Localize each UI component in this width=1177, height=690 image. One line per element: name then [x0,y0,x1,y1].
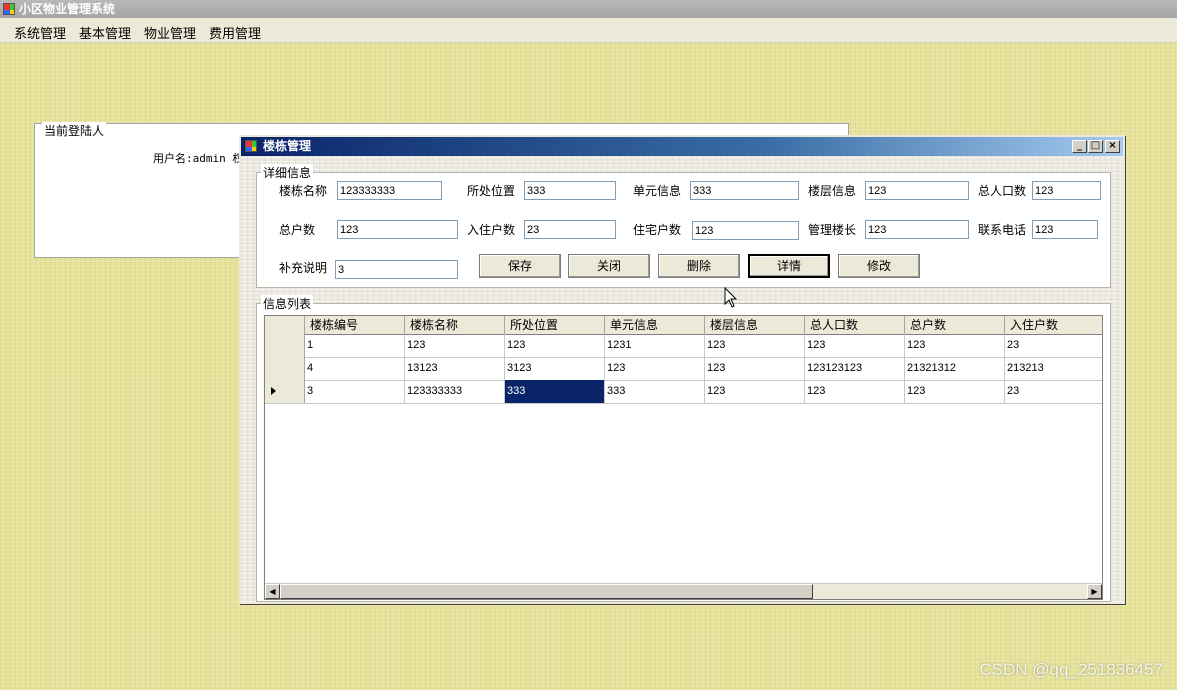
table-row[interactable]: 1 123 123 1231 123 123 123 23 [265,334,1102,358]
table-cell[interactable]: 123 [605,357,705,380]
app-title-bar: 小区物业管理系统 [0,0,1177,18]
column-header[interactable]: 楼层信息 [705,316,805,334]
info-list-legend: 信息列表 [261,295,314,312]
window-icon [245,140,257,152]
table-cell[interactable]: 123123123 [805,357,905,380]
column-header[interactable]: 楼栋名称 [405,316,505,334]
window-body: 详细信息 楼栋名称 所处位置 单元信息 楼层信息 总人口数 总户数 入住户数 住… [241,156,1123,602]
row-header[interactable] [265,380,305,403]
delete-button[interactable]: 删除 [658,254,740,278]
menu-bar: 系统管理 基本管理 物业管理 费用管理 [0,18,1177,43]
residential-households-input[interactable] [692,221,799,240]
row-header[interactable] [265,357,305,380]
scroll-left-icon[interactable]: ◀ [265,584,280,599]
grid-header: 楼栋编号 楼栋名称 所处位置 单元信息 楼层信息 总人口数 总户数 入住户数 [265,316,1102,335]
table-cell[interactable]: 123 [805,334,905,357]
app-icon [3,3,15,15]
table-cell[interactable]: 1 [305,334,405,357]
close-button[interactable]: 关闭 [568,254,650,278]
horizontal-scrollbar[interactable]: ◀ ▶ [265,583,1102,599]
column-header[interactable]: 单元信息 [605,316,705,334]
table-cell[interactable]: 23 [1005,380,1102,403]
menu-fees[interactable]: 费用管理 [209,23,261,42]
residential-households-label: 住宅户数 [633,223,682,237]
table-row[interactable]: 4 13123 3123 123 123 123123123 21321312 … [265,357,1102,381]
floor-info-input[interactable] [865,181,969,200]
column-header[interactable]: 总户数 [905,316,1005,334]
mouse-cursor-icon [724,287,738,308]
table-cell[interactable]: 123 [705,334,805,357]
modify-button[interactable]: 修改 [838,254,920,278]
current-row-arrow-icon [271,387,276,395]
floor-info-label: 楼层信息 [808,184,857,198]
notes-input[interactable] [335,260,458,279]
app-title: 小区物业管理系统 [19,2,116,16]
minimize-button[interactable]: _ [1072,140,1087,153]
table-cell[interactable]: 4 [305,357,405,380]
table-cell[interactable]: 1231 [605,334,705,357]
details-button[interactable]: 详情 [748,254,830,278]
login-panel-legend: 当前登陆人 [42,122,107,139]
table-cell[interactable]: 123 [905,334,1005,357]
occupied-households-label: 入住户数 [467,223,516,237]
total-households-label: 总户数 [279,223,316,237]
menu-basic[interactable]: 基本管理 [79,23,131,42]
phone-input[interactable] [1032,220,1098,239]
table-cell[interactable]: 123 [705,357,805,380]
building-management-window: 楼栋管理 _ □ × 详细信息 楼栋名称 所处位置 单元信息 楼层信息 总人口数… [239,135,1125,604]
close-window-button[interactable]: × [1105,140,1120,153]
table-cell[interactable]: 123 [705,380,805,403]
selected-table-cell[interactable]: 333 [505,380,605,403]
table-cell[interactable]: 333 [605,380,705,403]
column-header[interactable]: 总人口数 [805,316,905,334]
table-cell[interactable]: 123 [905,380,1005,403]
table-cell[interactable]: 123 [505,334,605,357]
table-cell[interactable]: 123 [805,380,905,403]
occupied-households-input[interactable] [524,220,616,239]
data-grid[interactable]: 楼栋编号 楼栋名称 所处位置 单元信息 楼层信息 总人口数 总户数 入住户数 1… [264,315,1103,600]
window-title: 楼栋管理 [263,139,312,153]
table-cell[interactable]: 123333333 [405,380,505,403]
detail-info-legend: 详细信息 [261,164,314,181]
unit-info-input[interactable] [690,181,799,200]
unit-info-label: 单元信息 [633,184,682,198]
scrollbar-thumb[interactable] [280,584,813,599]
table-cell[interactable]: 123 [405,334,505,357]
watermark: CSDN @qq_251836457 [979,660,1163,679]
save-button[interactable]: 保存 [479,254,561,278]
table-row[interactable]: 3 123333333 333 333 123 123 123 23 [265,380,1102,404]
column-header[interactable]: 入住户数 [1005,316,1102,334]
info-list-group: 信息列表 楼栋编号 楼栋名称 所处位置 单元信息 楼层信息 总人口数 总户数 入… [256,295,1111,602]
total-households-input[interactable] [337,220,458,239]
row-header-corner [265,316,305,334]
detail-info-group: 详细信息 楼栋名称 所处位置 单元信息 楼层信息 总人口数 总户数 入住户数 住… [256,164,1111,288]
table-cell[interactable]: 3123 [505,357,605,380]
column-header[interactable]: 楼栋编号 [305,316,405,334]
building-name-label: 楼栋名称 [279,184,328,198]
total-population-label: 总人口数 [978,184,1027,198]
location-input[interactable] [524,181,616,200]
notes-label: 补充说明 [279,261,328,275]
maximize-button[interactable]: □ [1088,140,1103,153]
table-cell[interactable]: 13123 [405,357,505,380]
table-cell[interactable]: 213213 [1005,357,1102,380]
table-cell[interactable]: 21321312 [905,357,1005,380]
menu-property[interactable]: 物业管理 [144,23,196,42]
window-title-bar: 楼栋管理 _ □ × [241,137,1123,156]
column-header[interactable]: 所处位置 [505,316,605,334]
building-name-input[interactable] [337,181,442,200]
row-header[interactable] [265,334,305,357]
scroll-right-icon[interactable]: ▶ [1087,584,1102,599]
menu-system[interactable]: 系统管理 [14,23,66,42]
building-manager-label: 管理楼长 [808,223,857,237]
location-label: 所处位置 [467,184,516,198]
table-cell[interactable]: 23 [1005,334,1102,357]
table-cell[interactable]: 3 [305,380,405,403]
total-population-input[interactable] [1032,181,1101,200]
phone-label: 联系电话 [978,223,1027,237]
username-label: 用户名:admin 权 [153,152,244,165]
building-manager-input[interactable] [865,220,969,239]
